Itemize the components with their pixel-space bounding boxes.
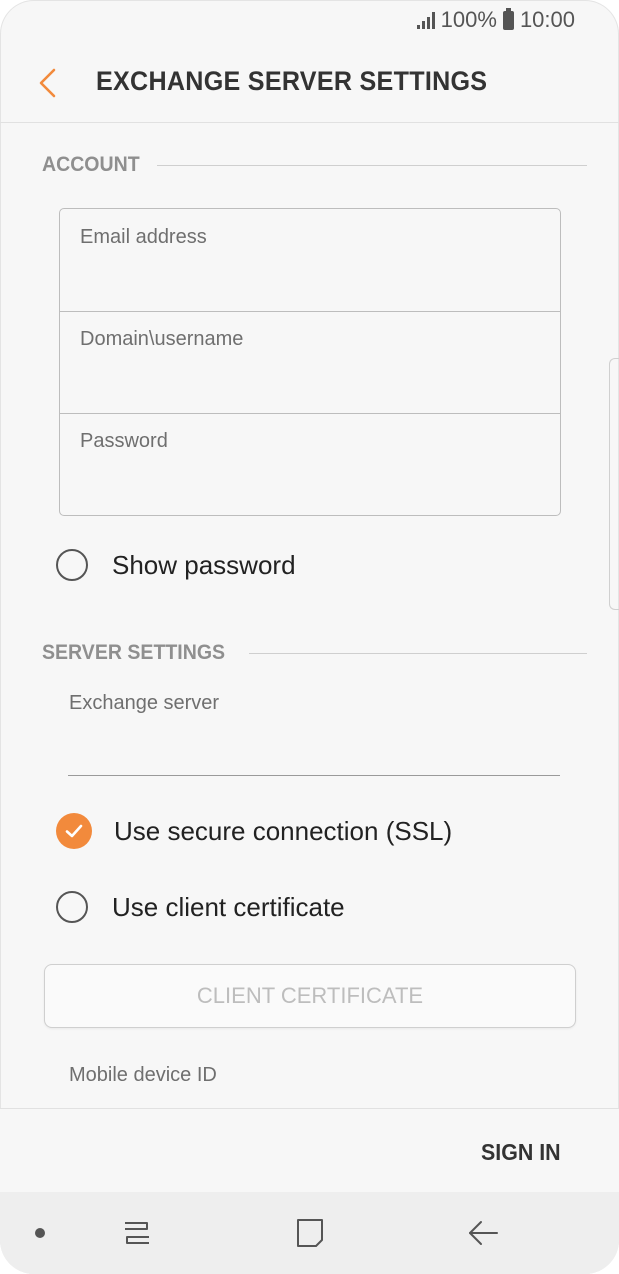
back-arrow-icon [469,1221,498,1245]
account-fields: Email address Domain\username Password [59,208,561,516]
account-section-header: ACCOUNT [42,150,587,180]
recent-apps-button[interactable] [117,1216,157,1250]
account-section-label: ACCOUNT [42,153,140,176]
app-bar: EXCHANGE SERVER SETTINGS [0,44,619,123]
email-field[interactable]: Email address [60,209,560,312]
show-password-label: Show password [112,549,296,580]
signal-icon [416,11,435,29]
sign-in-button[interactable]: SIGN IN [481,1139,561,1166]
nav-dot-indicator [35,1228,45,1238]
chevron-left-icon [39,68,56,98]
back-button[interactable] [34,66,64,100]
username-placeholder: Domain\username [80,328,244,350]
client-certificate-option[interactable]: Use client certificate [56,887,345,927]
ssl-checkbox[interactable] [56,813,92,849]
section-divider [248,652,587,654]
server-section-header: SERVER SETTINGS [42,638,587,668]
battery-percent: 100% [440,7,497,32]
show-password-option[interactable]: Show password [56,545,296,585]
section-divider [157,164,587,166]
battery-icon [502,7,514,30]
navigation-bar [0,1192,619,1274]
phone-screen: 100% 10:00 EXCHANGE SERVER SETTINGS ACCO… [0,0,619,1274]
client-certificate-button[interactable]: CLIENT CERTIFICATE [44,964,576,1028]
username-field[interactable]: Domain\username [60,311,560,414]
clock: 10:00 [519,7,575,32]
checkmark-icon [65,824,83,838]
ssl-label: Use secure connection (SSL) [114,815,453,846]
exchange-server-label: Exchange server [69,692,220,714]
exchange-server-input[interactable] [68,735,560,776]
show-password-radio[interactable] [56,549,88,581]
mobile-device-id-label: Mobile device ID [69,1064,217,1086]
home-button[interactable] [290,1216,330,1250]
back-nav-button[interactable] [464,1216,504,1250]
client-certificate-option-label: Use client certificate [112,891,345,922]
recent-apps-icon [125,1222,149,1244]
password-field[interactable]: Password [60,413,560,515]
ssl-option[interactable]: Use secure connection (SSL) [56,811,452,851]
bottom-action-bar: SIGN IN [0,1108,619,1193]
page-title: EXCHANGE SERVER SETTINGS [96,66,488,96]
home-icon [297,1219,323,1247]
email-placeholder: Email address [80,226,207,248]
server-section-label: SERVER SETTINGS [42,641,226,664]
scrollbar[interactable] [609,358,619,610]
status-bar: 100% 10:00 [0,0,619,44]
client-certificate-radio[interactable] [56,891,88,923]
password-placeholder: Password [80,430,168,452]
